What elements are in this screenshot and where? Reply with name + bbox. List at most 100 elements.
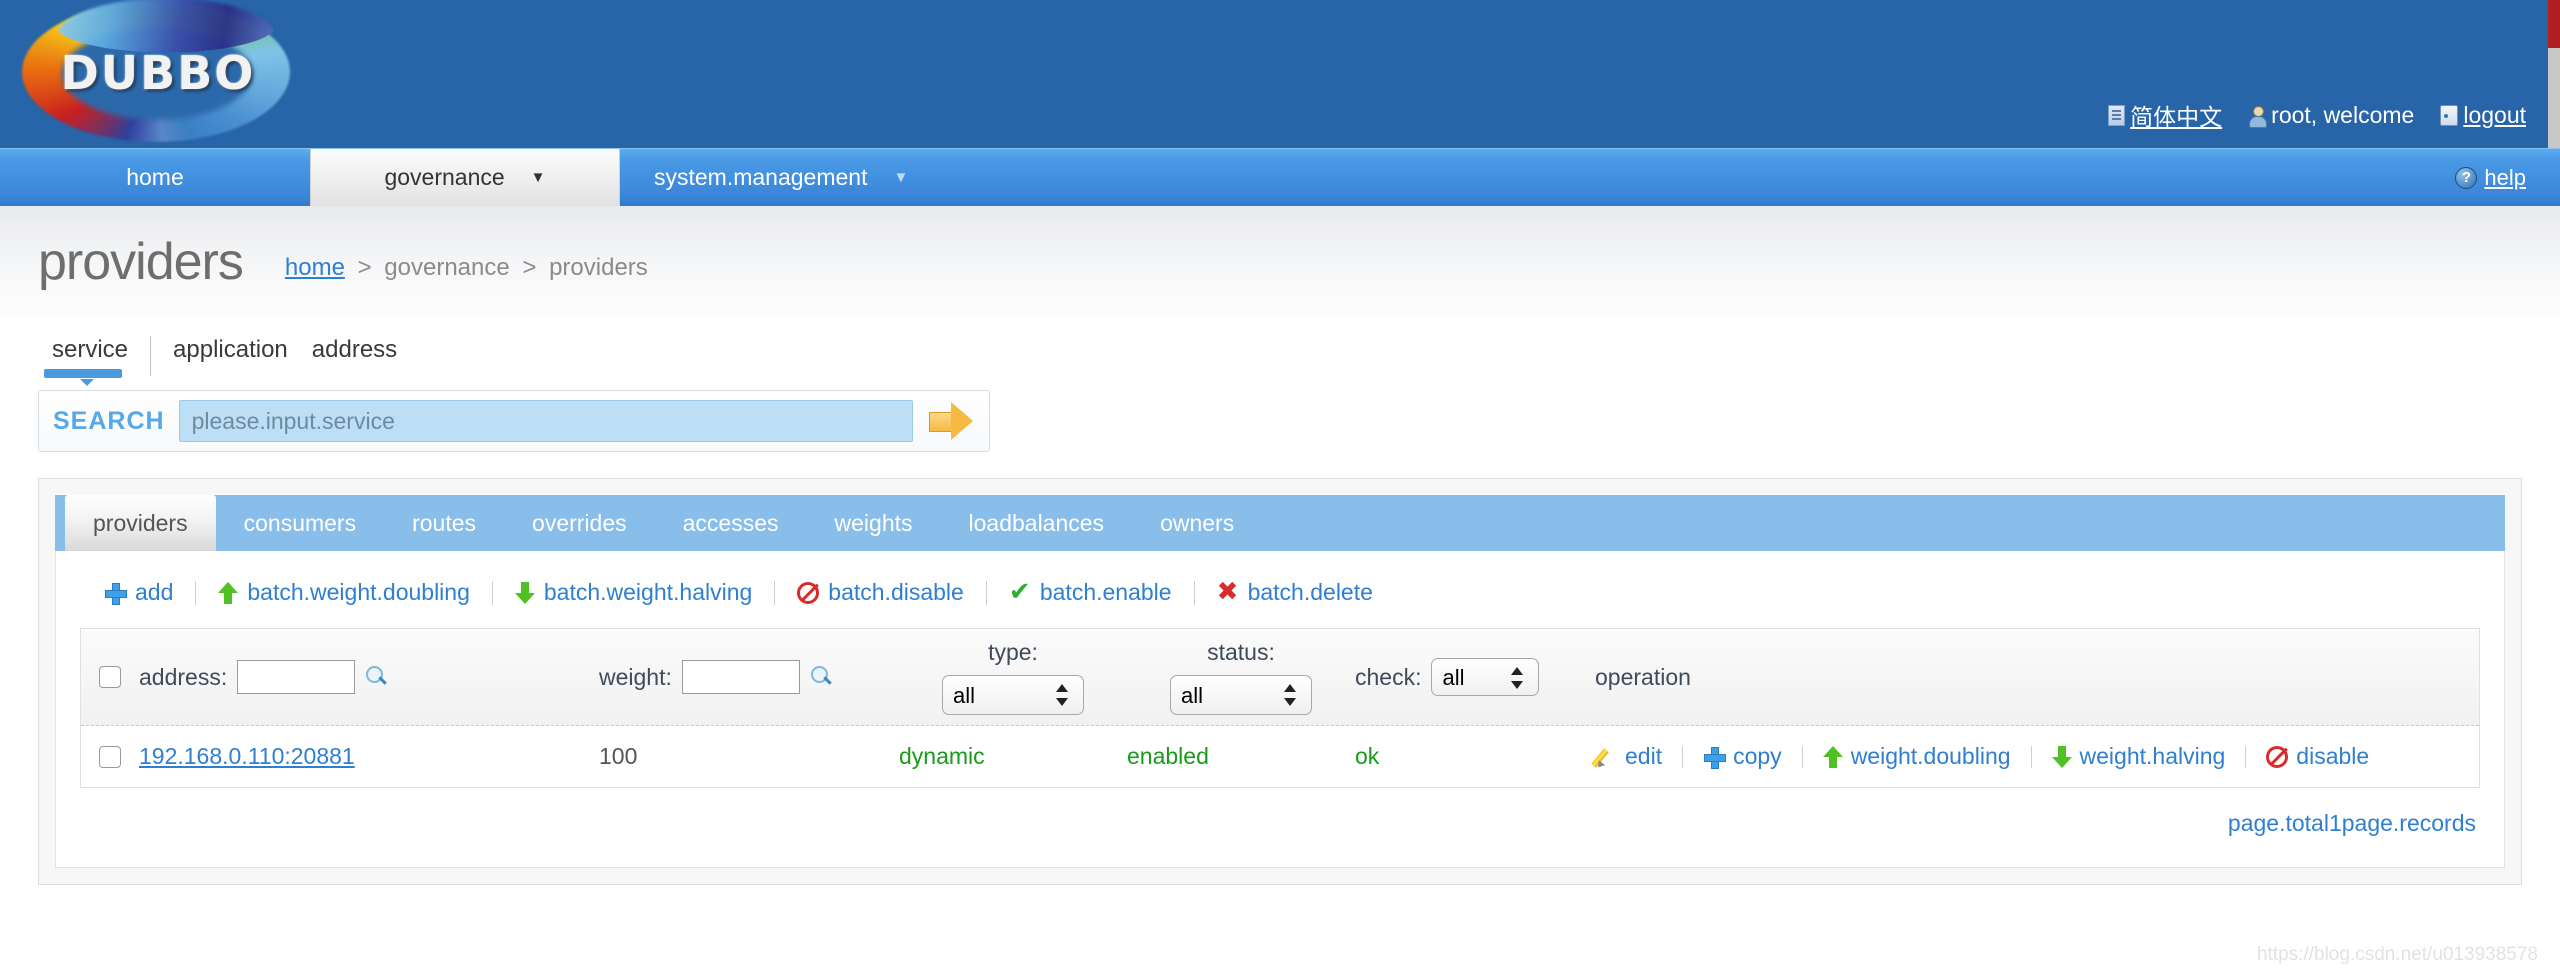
subtab-address[interactable]: address <box>300 336 409 372</box>
check-filter-select[interactable]: all <box>1431 658 1540 696</box>
row-status-cell: enabled <box>1127 743 1209 769</box>
tab-accesses[interactable]: accesses <box>655 495 807 551</box>
tab-routes[interactable]: routes <box>384 495 504 551</box>
batch-weight-doubling-label: batch.weight.doubling <box>247 579 470 605</box>
add-button[interactable]: add <box>104 579 173 606</box>
status-filter-label: status: <box>1207 639 1275 665</box>
nav-item-governance[interactable]: governance ▼ <box>310 149 620 206</box>
operation-divider <box>2030 745 2032 768</box>
status-filter-select[interactable]: all <box>1170 675 1312 715</box>
weight-filter-input[interactable] <box>681 660 800 694</box>
tab-consumers[interactable]: consumers <box>216 495 384 551</box>
batch-delete-button[interactable]: ✖ batch.delete <box>1217 579 1373 606</box>
toolbar-divider <box>491 580 493 605</box>
nav-item-system-management-label: system.management <box>654 164 868 190</box>
address-filter-label: address: <box>139 663 228 690</box>
operation-divider <box>1682 745 1684 768</box>
row-weight-cell: 100 <box>599 743 638 769</box>
row-copy-button[interactable]: copy <box>1703 743 1782 770</box>
tab-overrides-label: overrides <box>532 509 627 536</box>
batch-enable-button[interactable]: ✔ batch.enable <box>1009 579 1172 606</box>
plus-icon <box>104 582 127 605</box>
language-link[interactable]: 简体中文 <box>2130 98 2222 132</box>
magnifier-icon[interactable] <box>365 666 387 688</box>
grid-filter-row: address: weight: type: all status: all c… <box>81 629 2479 726</box>
subtab-application[interactable]: application <box>161 336 300 372</box>
tab-owners[interactable]: owners <box>1132 495 1262 551</box>
operation-divider <box>2245 745 2247 768</box>
breadcrumb-governance: governance <box>384 253 510 281</box>
row-weight-doubling-button[interactable]: weight.doubling <box>1822 743 2011 770</box>
batch-weight-doubling-button[interactable]: batch.weight.doubling <box>218 579 470 606</box>
arrow-down-icon <box>514 581 535 604</box>
watermark-text: https://blog.csdn.net/u013938578 <box>2256 944 2538 965</box>
nav-item-system-management[interactable]: system.management ▼ <box>620 149 942 206</box>
breadcrumb-home[interactable]: home <box>285 254 345 281</box>
check-filter-label: check: <box>1355 663 1422 690</box>
batch-disable-label: batch.disable <box>828 579 964 605</box>
magnifier-icon[interactable] <box>810 666 832 688</box>
panel-body: add batch.weight.doubling batch.weight.h… <box>55 551 2505 868</box>
main-navigation: home governance ▼ system.management ▼ ? … <box>0 148 2560 206</box>
search-label: SEARCH <box>53 406 165 435</box>
address-filter-input[interactable] <box>237 660 356 694</box>
breadcrumb-separator: > <box>357 253 372 281</box>
breadcrumb: home > governance > providers <box>285 242 648 282</box>
search-submit-button[interactable] <box>927 399 975 443</box>
dubbo-logo[interactable]: DUBBO <box>10 0 310 148</box>
app-header: DUBBO 简体中文 root, welcome logout <box>0 0 2560 148</box>
nav-item-home[interactable]: home <box>0 149 310 206</box>
row-edit-label: edit <box>1625 743 1663 769</box>
toolbar-divider <box>985 580 987 605</box>
toolbar-divider <box>1193 580 1195 605</box>
subtab-application-label: application <box>173 336 288 363</box>
help-link[interactable]: help <box>2484 165 2526 191</box>
check-icon: ✔ <box>1008 576 1031 607</box>
row-checkbox[interactable] <box>99 745 121 768</box>
tab-overrides[interactable]: overrides <box>504 495 655 551</box>
status-filter-cell: status: all <box>1127 639 1355 715</box>
row-weight-halving-button[interactable]: weight.halving <box>2051 743 2225 770</box>
logout-area[interactable]: logout <box>2440 102 2526 129</box>
subtab-service[interactable]: service <box>40 336 140 386</box>
help-area[interactable]: ? help <box>2455 165 2526 191</box>
search-input[interactable] <box>178 400 913 442</box>
batch-disable-button[interactable]: batch.disable <box>797 579 964 606</box>
chevron-down-icon: ▼ <box>893 169 909 186</box>
user-icon <box>2248 105 2268 128</box>
check-select-wrap: all <box>1431 658 1540 696</box>
type-select-wrap: all <box>942 675 1084 715</box>
type-filter-label: type: <box>988 639 1038 665</box>
status-select-wrap: all <box>1170 675 1312 715</box>
row-type-cell: dynamic <box>899 743 985 769</box>
select-all-checkbox[interactable] <box>99 666 121 688</box>
help-circle-icon: ? <box>2455 166 2478 189</box>
operation-divider <box>1801 745 1803 768</box>
row-operations-cell: edit copy weight.doubling weight.halving… <box>1595 743 2479 770</box>
pagination-total: page.total1page.records <box>2227 810 2476 836</box>
table-row: 192.168.0.110:20881 100 dynamic enabled … <box>81 726 2479 788</box>
page-title-bar: providers home > governance > providers <box>0 206 2560 318</box>
logout-link[interactable]: logout <box>2463 102 2526 129</box>
arrow-up-icon <box>218 581 239 604</box>
weight-filter-label: weight: <box>599 663 672 690</box>
tab-weights[interactable]: weights <box>807 495 941 551</box>
tab-accesses-label: accesses <box>682 509 779 536</box>
tab-providers-label: providers <box>93 509 188 536</box>
language-switcher[interactable]: 简体中文 <box>2108 98 2222 132</box>
nav-item-home-label: home <box>126 164 184 190</box>
row-disable-button[interactable]: disable <box>2266 743 2369 770</box>
batch-weight-halving-button[interactable]: batch.weight.halving <box>514 579 752 606</box>
row-address-link[interactable]: 192.168.0.110:20881 <box>139 743 355 770</box>
row-disable-label: disable <box>2296 743 2370 769</box>
cross-icon: ✖ <box>1216 576 1239 607</box>
header-links: 简体中文 root, welcome logout <box>2108 98 2526 132</box>
type-filter-select[interactable]: all <box>942 675 1084 715</box>
check-filter-cell: check: all <box>1355 658 1595 696</box>
document-icon <box>2108 104 2126 126</box>
row-edit-button[interactable]: edit <box>1595 743 1662 770</box>
tab-loadbalances[interactable]: loadbalances <box>941 495 1133 551</box>
subtab-service-label: service <box>52 336 129 363</box>
nav-item-governance-label: governance <box>384 164 505 190</box>
tab-providers[interactable]: providers <box>65 495 216 551</box>
